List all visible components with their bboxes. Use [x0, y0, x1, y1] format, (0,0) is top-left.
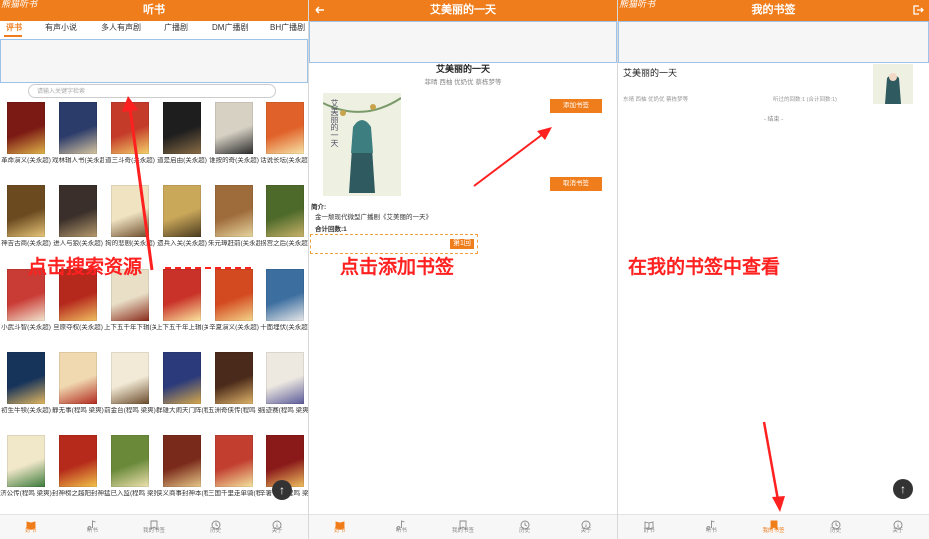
history-icon: [211, 517, 221, 530]
book-detail-panel: 艾美丽的一天 艾美丽的一天 菲晴 西柚 优奶优 蔡栋梦等 艾美丽的一天 添加书签…: [309, 0, 617, 539]
scroll-top-button[interactable]: ↑: [272, 480, 292, 500]
bookmark-icon: [149, 517, 159, 530]
scroll-top-button[interactable]: ↑: [893, 479, 913, 499]
nav-item-book[interactable]: 好书: [629, 517, 669, 535]
nav-label: 我的书签: [451, 528, 474, 534]
nav-item-bookmark[interactable]: 我的书签: [754, 517, 794, 535]
nav-label: 好书: [643, 528, 655, 534]
bottom-nav: 好书 听书 我的书签 历史 关于: [0, 514, 308, 539]
nav-label: 好书: [334, 528, 346, 534]
music-icon: [706, 517, 716, 530]
history-icon: [520, 517, 530, 530]
nav-label: 关于: [580, 528, 592, 534]
nav-label: 历史: [210, 528, 222, 534]
music-icon: [87, 517, 97, 530]
nav-item-book[interactable]: 好书: [320, 517, 360, 535]
nav-label: 关于: [892, 528, 904, 534]
bottom-nav: 好书 听书 我的书签 历史 关于: [618, 514, 929, 539]
nav-item-info[interactable]: 关于: [566, 517, 606, 535]
info-icon: [272, 517, 282, 530]
nav-label: 我的书签: [762, 528, 785, 534]
nav-label: 听书: [86, 528, 98, 534]
bookmark-icon: [458, 517, 468, 530]
nav-item-history[interactable]: 历史: [816, 517, 856, 535]
nav-item-bookmark[interactable]: 我的书签: [134, 517, 174, 535]
book-icon: [644, 517, 654, 530]
nav-label: 听书: [705, 528, 717, 534]
nav-label: 听书: [395, 528, 407, 534]
nav-item-book[interactable]: 好书: [11, 517, 51, 535]
book-icon: [26, 517, 36, 530]
info-icon: [893, 517, 903, 530]
bookmarks-panel: 熊猫听书 我的书签 艾美丽的一天 东晴 西柚 优奶优 蔡栋梦等 听过的回数:1 …: [618, 0, 929, 539]
nav-item-music[interactable]: 听书: [72, 517, 112, 535]
nav-item-bookmark[interactable]: 我的书签: [443, 517, 483, 535]
bottom-nav: 好书 听书 我的书签 历史 关于: [309, 514, 617, 539]
nav-label: 好书: [25, 528, 37, 534]
nav-item-history[interactable]: 历史: [196, 517, 236, 535]
bookmark-icon: [769, 517, 779, 530]
library-panel: 熊猫听书 听书 评书 有声小说 多人有声剧 广播剧 DM广播剧 BH广播剧 请输…: [0, 0, 308, 539]
nav-item-music[interactable]: 听书: [691, 517, 731, 535]
nav-item-music[interactable]: 听书: [381, 517, 421, 535]
nav-label: 我的书签: [142, 528, 165, 534]
nav-label: 历史: [830, 528, 842, 534]
annotation-arrow: [762, 421, 785, 512]
nav-label: 历史: [519, 528, 531, 534]
info-icon: [581, 517, 591, 530]
nav-item-info[interactable]: 关于: [878, 517, 918, 535]
book-icon: [335, 517, 345, 530]
nav-item-info[interactable]: 关于: [257, 517, 297, 535]
nav-label: 关于: [271, 528, 283, 534]
music-icon: [396, 517, 406, 530]
nav-item-history[interactable]: 历史: [505, 517, 545, 535]
annotation-arrow: [122, 96, 255, 271]
annotation-arrow: [473, 127, 552, 187]
history-icon: [831, 517, 841, 530]
